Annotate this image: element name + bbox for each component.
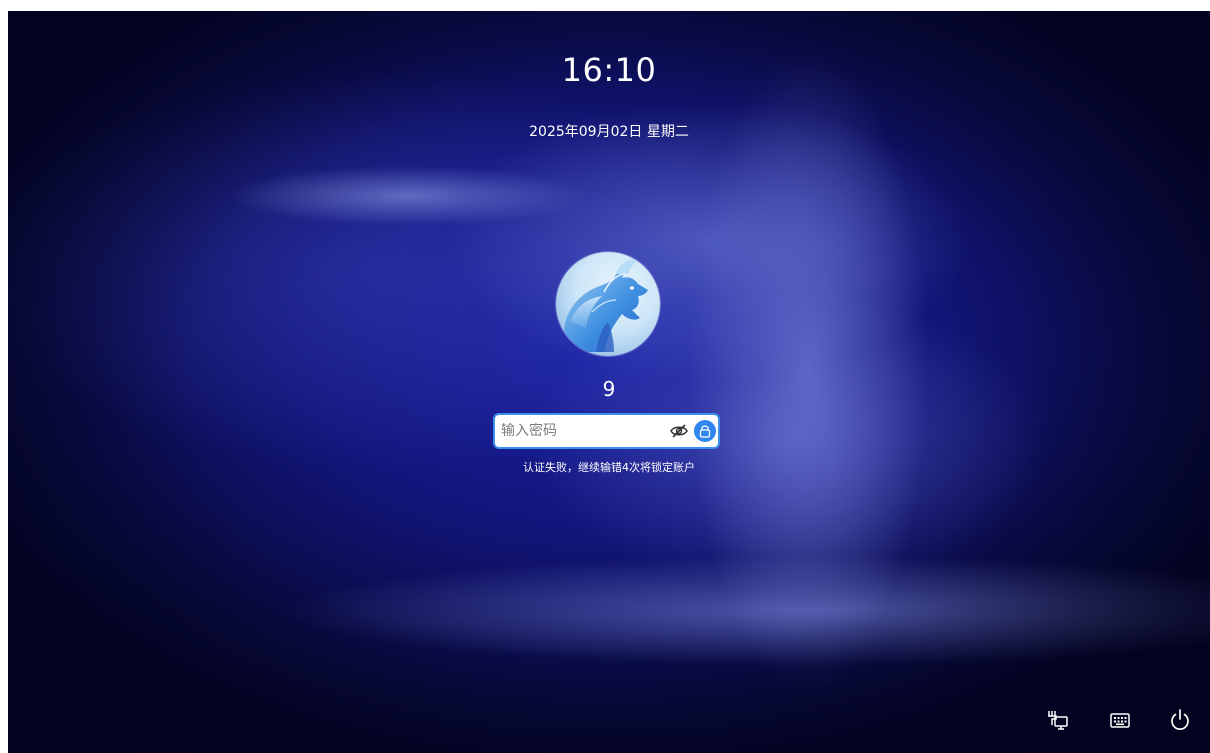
unlock-button[interactable] — [694, 420, 716, 442]
dragon-avatar-icon — [564, 258, 648, 352]
network-wired-icon[interactable] — [1043, 707, 1071, 733]
eye-hidden-icon[interactable] — [669, 422, 689, 440]
lock-icon — [699, 425, 711, 438]
power-icon[interactable] — [1166, 707, 1194, 733]
password-input[interactable] — [501, 419, 661, 443]
lock-screen: 16:10 2025年09月02日 星期二 9 认证失败，继续输错4次将锁定账户 — [8, 11, 1210, 753]
user-avatar[interactable] — [556, 252, 660, 356]
username-label: 9 — [602, 377, 616, 401]
clock-time: 16:10 — [561, 51, 657, 89]
auth-error-message: 认证失败，继续输错4次将锁定账户 — [523, 461, 695, 474]
clock-date: 2025年09月02日 星期二 — [529, 124, 689, 140]
keyboard-icon[interactable] — [1106, 707, 1134, 733]
password-field[interactable] — [493, 413, 720, 449]
